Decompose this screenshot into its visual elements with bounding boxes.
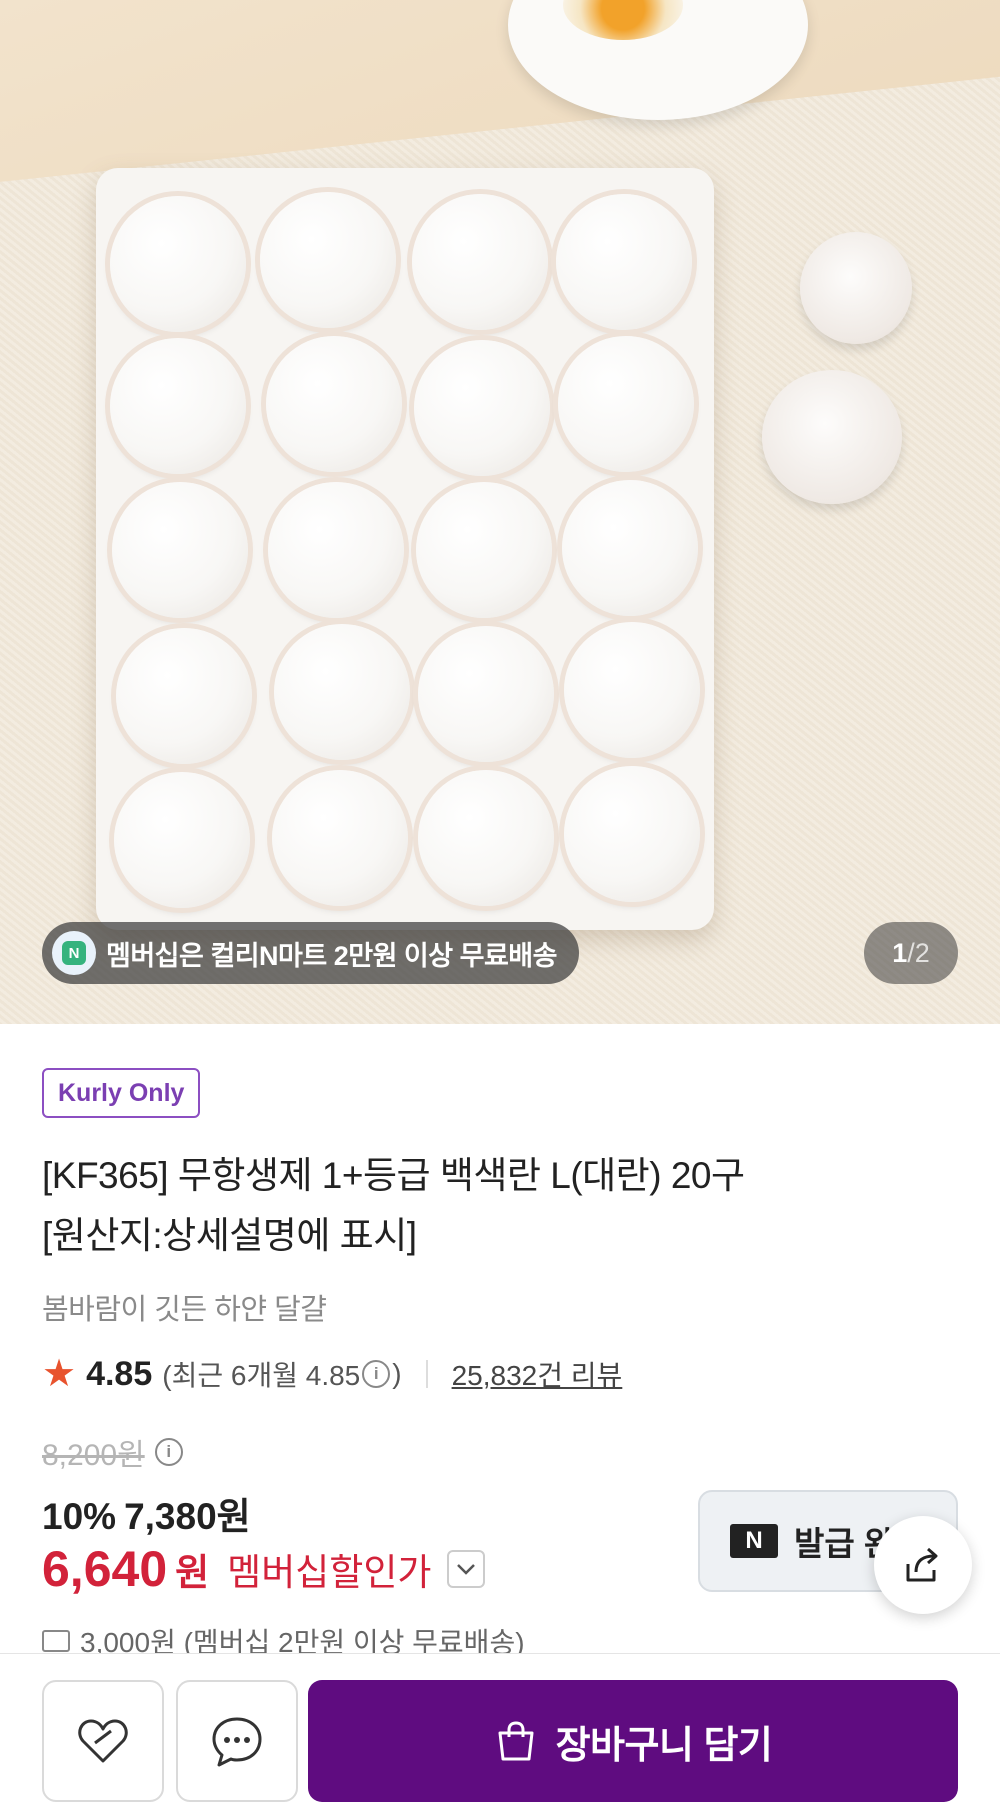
pager-separator: /: [907, 937, 915, 968]
egg: [556, 194, 692, 330]
member-price-label: 멤버십할인가: [227, 1552, 432, 1593]
price-info-icon[interactable]: i: [154, 1438, 183, 1466]
shopping-bag-icon: [498, 1721, 534, 1761]
chat-button[interactable]: [176, 1680, 298, 1802]
membership-banner[interactable]: N 멤버십은 컬리N마트 2만원 이상 무료배송: [42, 922, 579, 984]
product-title-line2: [원산지:상세설명에 표시]: [42, 1215, 417, 1256]
egg: [558, 336, 694, 472]
egg: [564, 766, 700, 902]
egg: [412, 194, 548, 330]
product-title: [KF365] 무항생제 1+등급 백색란 L(대란) 20구 [원산지:상세설…: [42, 1146, 942, 1266]
shipping-row: 3,000원 (멤버십 2만원 이상 무료배송): [42, 1626, 525, 1656]
add-to-cart-button[interactable]: 장바구니 담기: [308, 1680, 958, 1802]
discount-rate: 10%: [42, 1496, 117, 1537]
chevron-down-icon[interactable]: [447, 1550, 486, 1588]
original-price: 8,200원: [42, 1439, 145, 1472]
review-count-link[interactable]: 25,832건 리뷰: [452, 1354, 623, 1394]
original-price-row: 8,200원 i: [42, 1430, 183, 1474]
egg: [116, 628, 252, 764]
egg: [416, 482, 552, 618]
image-pager: 1 / 2: [864, 922, 958, 984]
kurly-only-badge: Kurly Only: [42, 1068, 201, 1118]
rating-row: ★ 4.85 (최근 6개월 4.85 i ) 25,832건 리뷰: [42, 1350, 622, 1398]
member-price-row: 6,640 원 멤버십할인가: [42, 1540, 486, 1598]
info-icon[interactable]: i: [362, 1360, 391, 1388]
eggshell-bottom: [762, 370, 902, 504]
share-icon: [906, 1547, 938, 1582]
egg: [266, 336, 402, 472]
wishlist-button[interactable]: [42, 1680, 164, 1802]
bottom-action-bar: 장바구니 담기: [0, 1653, 1000, 1803]
egg: [414, 340, 550, 476]
n-mart-icon: N: [52, 931, 96, 975]
egg: [418, 770, 554, 906]
member-price: 6,640: [42, 1541, 168, 1597]
egg: [114, 772, 250, 908]
product-title-line1: [KF365] 무항생제 1+등급 백색란 L(대란) 20구: [42, 1155, 745, 1196]
member-price-unit: 원: [175, 1552, 210, 1593]
rating-score: 4.85: [86, 1354, 153, 1393]
discounted-price: 7,380원: [124, 1496, 251, 1537]
product-subtitle: 봄바람이 깃든 하얀 달걀: [42, 1294, 327, 1326]
egg: [418, 626, 554, 762]
egg: [272, 770, 408, 906]
egg: [268, 482, 404, 618]
egg: [260, 192, 396, 328]
share-button[interactable]: [874, 1516, 972, 1614]
naver-n-icon: N: [730, 1524, 778, 1558]
egg-tray: [96, 168, 714, 930]
truck-icon: [42, 1630, 70, 1652]
discount-price-row: 10% 7,380원: [42, 1486, 251, 1540]
egg: [110, 338, 246, 474]
egg: [564, 622, 700, 758]
egg: [112, 482, 248, 618]
eggshell-top: [800, 232, 912, 344]
shipping-text: 3,000원 (멤버십 2만원 이상 무료배송): [80, 1627, 525, 1656]
star-icon: ★: [42, 1353, 77, 1395]
product-image[interactable]: N 멤버십은 컬리N마트 2만원 이상 무료배송 1 / 2: [0, 0, 1000, 1024]
heart-icon: [78, 1719, 128, 1763]
divider: [425, 1360, 428, 1388]
recent-rating: (최근 6개월 4.85 i ): [162, 1354, 401, 1394]
membership-banner-text: 멤버십은 컬리N마트 2만원 이상 무료배송: [106, 940, 557, 971]
recent-rating-close: ): [392, 1358, 402, 1389]
recent-rating-text: (최근 6개월 4.85: [162, 1360, 361, 1391]
egg: [274, 624, 410, 760]
pager-total: 2: [914, 937, 930, 968]
pager-current: 1: [892, 937, 908, 968]
egg: [562, 480, 698, 616]
chat-icon: [212, 1717, 262, 1767]
add-to-cart-label: 장바구니 담기: [555, 1724, 773, 1767]
egg: [110, 196, 246, 332]
